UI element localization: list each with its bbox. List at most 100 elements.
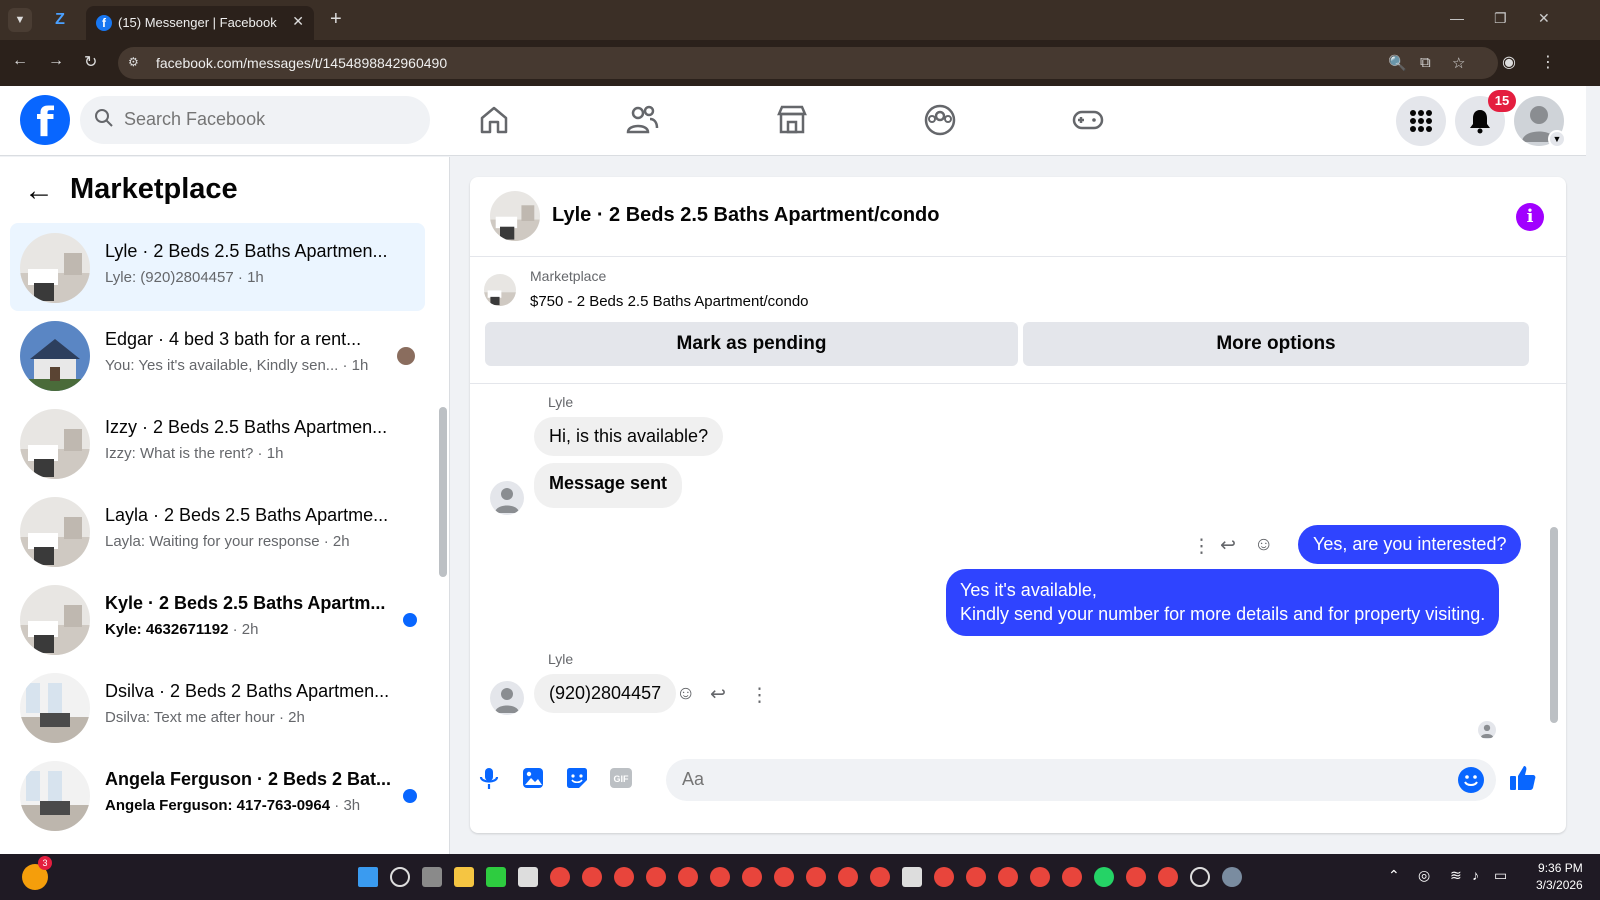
gaming-icon[interactable]	[1070, 102, 1106, 138]
listing-price-title[interactable]: $750 - 2 Beds 2.5 Baths Apartment/condo	[530, 293, 809, 310]
app-icon[interactable]	[518, 867, 538, 887]
zoom-icon[interactable]: 🔍	[1388, 54, 1407, 72]
app-icon[interactable]	[1190, 867, 1210, 887]
site-info-icon[interactable]: ⚙	[128, 55, 139, 69]
chrome-icon[interactable]	[742, 867, 762, 887]
sidebar-scrollbar[interactable]	[439, 407, 447, 577]
settings-icon[interactable]	[1222, 867, 1242, 887]
install-app-icon[interactable]: ⧉	[1420, 54, 1431, 71]
incoming-message[interactable]: (920)2804457	[534, 674, 677, 713]
listing-thumbnail[interactable]	[484, 274, 516, 306]
outgoing-message[interactable]: Yes it's available, Kindly send your num…	[946, 569, 1500, 636]
groups-icon[interactable]	[922, 102, 958, 138]
more-actions-icon[interactable]: ⋮	[1192, 535, 1211, 558]
new-tab-button[interactable]: +	[330, 8, 342, 31]
restore-icon[interactable]: ❐	[1494, 10, 1507, 27]
tab-search-button[interactable]: ▼	[8, 8, 32, 32]
reply-icon[interactable]: ↩	[710, 683, 726, 706]
url-text[interactable]: facebook.com/messages/t/1454898842960490	[156, 55, 447, 71]
photo-icon[interactable]	[520, 765, 546, 791]
forward-icon[interactable]: →	[48, 52, 64, 70]
extension-icon[interactable]: Z	[50, 10, 70, 30]
wifi-icon[interactable]: ≋	[1450, 867, 1462, 884]
back-arrow-icon[interactable]: ←	[24, 174, 54, 208]
facebook-logo-icon[interactable]: f	[20, 95, 70, 146]
app-icon[interactable]	[486, 867, 506, 887]
chrome-icon[interactable]	[1030, 867, 1050, 887]
marketplace-icon[interactable]	[774, 102, 810, 138]
chrome-icon[interactable]	[710, 867, 730, 887]
chrome-icon[interactable]	[1062, 867, 1082, 887]
chrome-icon[interactable]	[774, 867, 794, 887]
chrome-icon[interactable]	[934, 867, 954, 887]
reply-icon[interactable]: ↩	[1220, 534, 1236, 557]
profile-icon[interactable]: ◉	[1502, 52, 1516, 72]
bookmark-star-icon[interactable]: ☆	[1452, 54, 1465, 72]
system-clock[interactable]: 9:36 PM 3/3/2026	[1536, 860, 1583, 894]
conversation-item[interactable]: Lyle · 2 Beds 2.5 Baths Apartmen... Lyle…	[10, 223, 425, 311]
start-icon[interactable]	[358, 867, 378, 887]
chrome-icon[interactable]	[614, 867, 634, 887]
thumbs-up-icon[interactable]	[1508, 763, 1538, 793]
conversation-item[interactable]: Dsilva · 2 Beds 2 Baths Apartmen... Dsil…	[10, 663, 425, 751]
menu-button[interactable]	[1396, 96, 1446, 146]
conversation-item[interactable]: Angela Ferguson · 2 Beds 2 Bat... Angela…	[10, 751, 425, 839]
search-input[interactable]	[124, 109, 404, 130]
more-actions-icon[interactable]: ⋮	[750, 684, 769, 707]
browser-menu-icon[interactable]: ⋮	[1540, 52, 1556, 72]
emoji-icon[interactable]	[1458, 767, 1484, 793]
chat-avatar[interactable]	[490, 191, 540, 241]
close-tab-icon[interactable]: ✕	[292, 13, 304, 30]
info-icon[interactable]: i	[1516, 203, 1544, 231]
reload-icon[interactable]: ↻	[84, 52, 97, 72]
chevron-down-icon[interactable]: ▼	[1548, 130, 1566, 148]
home-icon[interactable]	[476, 102, 512, 138]
file-explorer-icon[interactable]	[454, 867, 474, 887]
more-options-button[interactable]: More options	[1023, 322, 1529, 366]
chat-title[interactable]: Lyle · 2 Beds 2.5 Baths Apartment/condo	[552, 204, 940, 227]
chrome-icon[interactable]	[1158, 867, 1178, 887]
conversation-item[interactable]: Kyle · 2 Beds 2.5 Baths Apartm... Kyle: …	[10, 575, 425, 663]
react-smile-icon[interactable]: ☺	[676, 683, 695, 705]
chrome-icon[interactable]	[966, 867, 986, 887]
volume-icon[interactable]: ♪	[1472, 867, 1479, 883]
chrome-icon[interactable]	[806, 867, 826, 887]
chrome-icon[interactable]	[998, 867, 1018, 887]
close-window-icon[interactable]: ✕	[1538, 10, 1550, 27]
back-icon[interactable]: ←	[12, 52, 28, 70]
chevron-up-icon[interactable]: ⌃	[1388, 867, 1400, 884]
incoming-message[interactable]: Message sent	[534, 463, 683, 508]
sticker-icon[interactable]	[564, 765, 590, 791]
conversation-item[interactable]: Edgar · 4 bed 3 bath for a rent... You: …	[10, 311, 425, 399]
browser-tab[interactable]: f (15) Messenger | Facebook ✕	[86, 6, 314, 40]
chat-scrollbar[interactable]	[1550, 527, 1558, 723]
chrome-icon[interactable]	[838, 867, 858, 887]
app-icon[interactable]	[902, 867, 922, 887]
address-bar[interactable]: ⚙ facebook.com/messages/t/14548988429604…	[118, 47, 1498, 79]
chrome-icon[interactable]	[550, 867, 570, 887]
react-smile-icon[interactable]: ☺	[1254, 534, 1273, 556]
chrome-icon[interactable]	[678, 867, 698, 887]
whatsapp-icon[interactable]	[1094, 867, 1114, 887]
conversation-item[interactable]: Layla · 2 Beds 2.5 Baths Apartme... Layl…	[10, 487, 425, 575]
microphone-icon[interactable]	[476, 765, 502, 791]
battery-icon[interactable]: ▭	[1494, 867, 1507, 884]
incoming-message[interactable]: Hi, is this available?	[534, 417, 724, 456]
outgoing-message[interactable]: Yes, are you interested?	[1298, 525, 1522, 564]
message-composer[interactable]	[666, 759, 1496, 801]
conversation-item[interactable]: Izzy · 2 Beds 2.5 Baths Apartmen... Izzy…	[10, 399, 425, 487]
search-box[interactable]	[80, 96, 430, 144]
friends-icon[interactable]	[624, 102, 660, 138]
notification-badge: 15	[1488, 90, 1516, 112]
chrome-icon[interactable]	[870, 867, 890, 887]
chrome-icon[interactable]	[1126, 867, 1146, 887]
task-view-icon[interactable]	[422, 867, 442, 887]
message-input[interactable]	[682, 769, 1442, 790]
chrome-icon[interactable]	[582, 867, 602, 887]
minimize-icon[interactable]: —	[1450, 10, 1464, 26]
mark-as-pending-button[interactable]: Mark as pending	[485, 322, 1018, 366]
chrome-icon[interactable]	[646, 867, 666, 887]
search-taskbar-icon[interactable]	[390, 867, 410, 887]
gif-icon[interactable]: GIF	[608, 765, 634, 791]
tray-app-icon[interactable]: ◎	[1418, 867, 1430, 884]
